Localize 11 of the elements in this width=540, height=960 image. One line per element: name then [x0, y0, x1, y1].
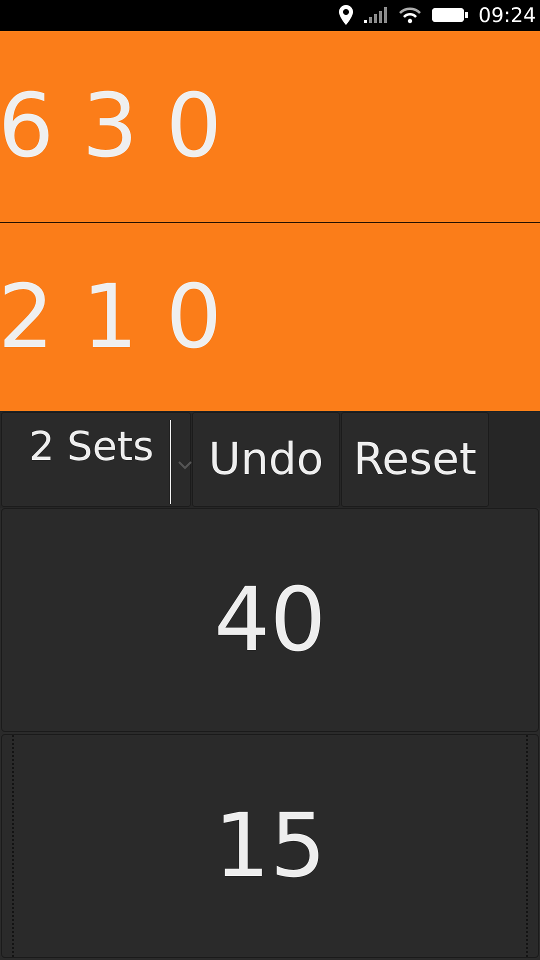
point-button[interactable]: 40 — [1, 508, 539, 732]
signal-icon — [364, 7, 388, 24]
clock: 09:24 — [478, 2, 536, 30]
chevron-down-icon — [178, 460, 192, 470]
reset-button[interactable]: Reset — [341, 412, 489, 507]
battery-icon — [432, 7, 468, 24]
location-icon — [338, 5, 354, 26]
undo-button[interactable]: Undo — [192, 412, 340, 507]
point-button[interactable]: 15 — [1, 734, 539, 958]
wifi-icon — [398, 6, 422, 24]
sets-dropdown[interactable]: 2 Sets — [1, 412, 191, 507]
